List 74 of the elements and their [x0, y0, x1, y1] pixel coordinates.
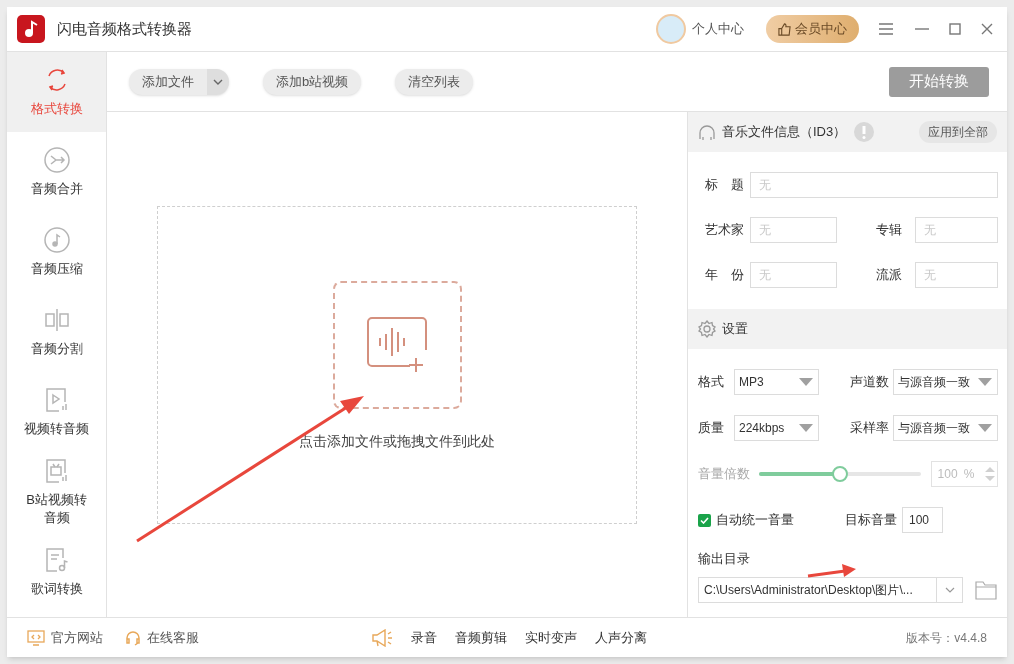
sidebar-item[interactable]: 格式转换 [7, 52, 106, 132]
sidebar-label: 音频压缩 [29, 260, 84, 278]
output-path-field[interactable]: C:\Users\Administrator\Desktop\图片\... [698, 576, 963, 603]
annotation-arrow [807, 564, 856, 578]
split-icon [42, 306, 71, 334]
apply-all-button[interactable]: 应用到全部 [919, 121, 997, 143]
audio-add-icon [366, 315, 428, 374]
sidebar-label: 歌词转换 [29, 580, 84, 598]
dropdown[interactable]: 与源音频一致 [893, 369, 998, 395]
sidebar-label: 格式转换 [29, 100, 84, 118]
footer-link[interactable]: 官方网站 [51, 627, 103, 648]
merge-icon [42, 146, 71, 174]
sidebar-label: 音频分割 [29, 340, 84, 358]
drop-hint: 点击添加文件或拖拽文件到此处 [299, 431, 495, 451]
info-icon[interactable] [854, 122, 875, 142]
section-title: 音乐文件信息（ID3） [722, 123, 847, 142]
field-label: 质量 [698, 419, 725, 438]
folder-icon[interactable] [975, 579, 997, 600]
thumbs-up-icon [778, 22, 791, 36]
music-note-icon [42, 226, 71, 254]
window-title: 闪电音频格式转换器 [57, 18, 192, 39]
spinner-icon [985, 466, 995, 482]
megaphone-icon [370, 628, 393, 647]
checkbox-label: 自动统一音量 [716, 511, 794, 530]
caret-icon [799, 424, 813, 432]
field-label: 采样率 [848, 419, 890, 438]
avatar-icon[interactable] [656, 14, 686, 44]
monitor-icon [27, 629, 45, 646]
sidebar-label: 音频合并 [29, 180, 84, 198]
dropdown[interactable]: 224kbps [734, 415, 819, 441]
field-label: 格式 [698, 373, 725, 392]
caret-icon [978, 424, 992, 432]
sidebar-label: 视频转音频 [23, 420, 90, 438]
maximize-icon[interactable] [949, 23, 961, 35]
caret-icon [978, 378, 992, 386]
field-label: 年 份 [703, 266, 745, 285]
sidebar-label: B站视频转音频 [25, 491, 88, 527]
tool-link[interactable]: 人声分离 [594, 627, 647, 648]
settings-icon [698, 320, 716, 338]
field-label: 音量倍数 [698, 465, 751, 484]
footer-link[interactable]: 在线客服 [147, 627, 199, 648]
add-file-button[interactable]: 添加文件 [129, 68, 229, 95]
checkbox[interactable] [698, 513, 711, 527]
vip-center-button[interactable]: 会员中心 [766, 15, 859, 43]
field-label: 标 题 [703, 176, 745, 195]
field-label: 专辑 [875, 221, 903, 240]
headphones-icon [698, 123, 716, 141]
version-label: 版本号：v4.4.8 [906, 629, 987, 647]
tool-link[interactable]: 音频剪辑 [454, 627, 507, 648]
toolbar-button[interactable]: 清空列表 [395, 68, 474, 95]
close-icon[interactable] [981, 23, 993, 35]
number-field[interactable]: 100 [902, 507, 943, 533]
volume-slider[interactable] [759, 466, 921, 482]
number-field: 100 % [930, 461, 998, 487]
field-label: 流派 [875, 266, 903, 285]
drop-zone[interactable]: 点击添加文件或拖拽文件到此处 [157, 205, 637, 524]
section-title: 设置 [722, 320, 748, 339]
toolbar-button[interactable]: 添加b站视频 [263, 68, 362, 95]
chevron-down-icon [944, 586, 955, 593]
headset-icon [125, 629, 141, 646]
chevron-down-icon [213, 78, 223, 85]
field-label: 输出目录 [698, 550, 751, 568]
check-icon [700, 516, 709, 524]
menu-icon[interactable] [879, 23, 893, 35]
field-label: 目标音量 [845, 511, 897, 530]
field-label: 艺术家 [703, 221, 745, 240]
caret-icon [799, 378, 813, 386]
field-label: 声道数 [848, 373, 890, 392]
user-center-link[interactable]: 个人中心 [692, 19, 744, 39]
music-note-icon [23, 20, 39, 38]
tool-link[interactable]: 录音 [410, 627, 437, 648]
dropdown[interactable]: MP3 [734, 369, 819, 395]
dropdown[interactable]: 与源音频一致 [893, 415, 998, 441]
tool-link[interactable]: 实时变声 [524, 627, 577, 648]
